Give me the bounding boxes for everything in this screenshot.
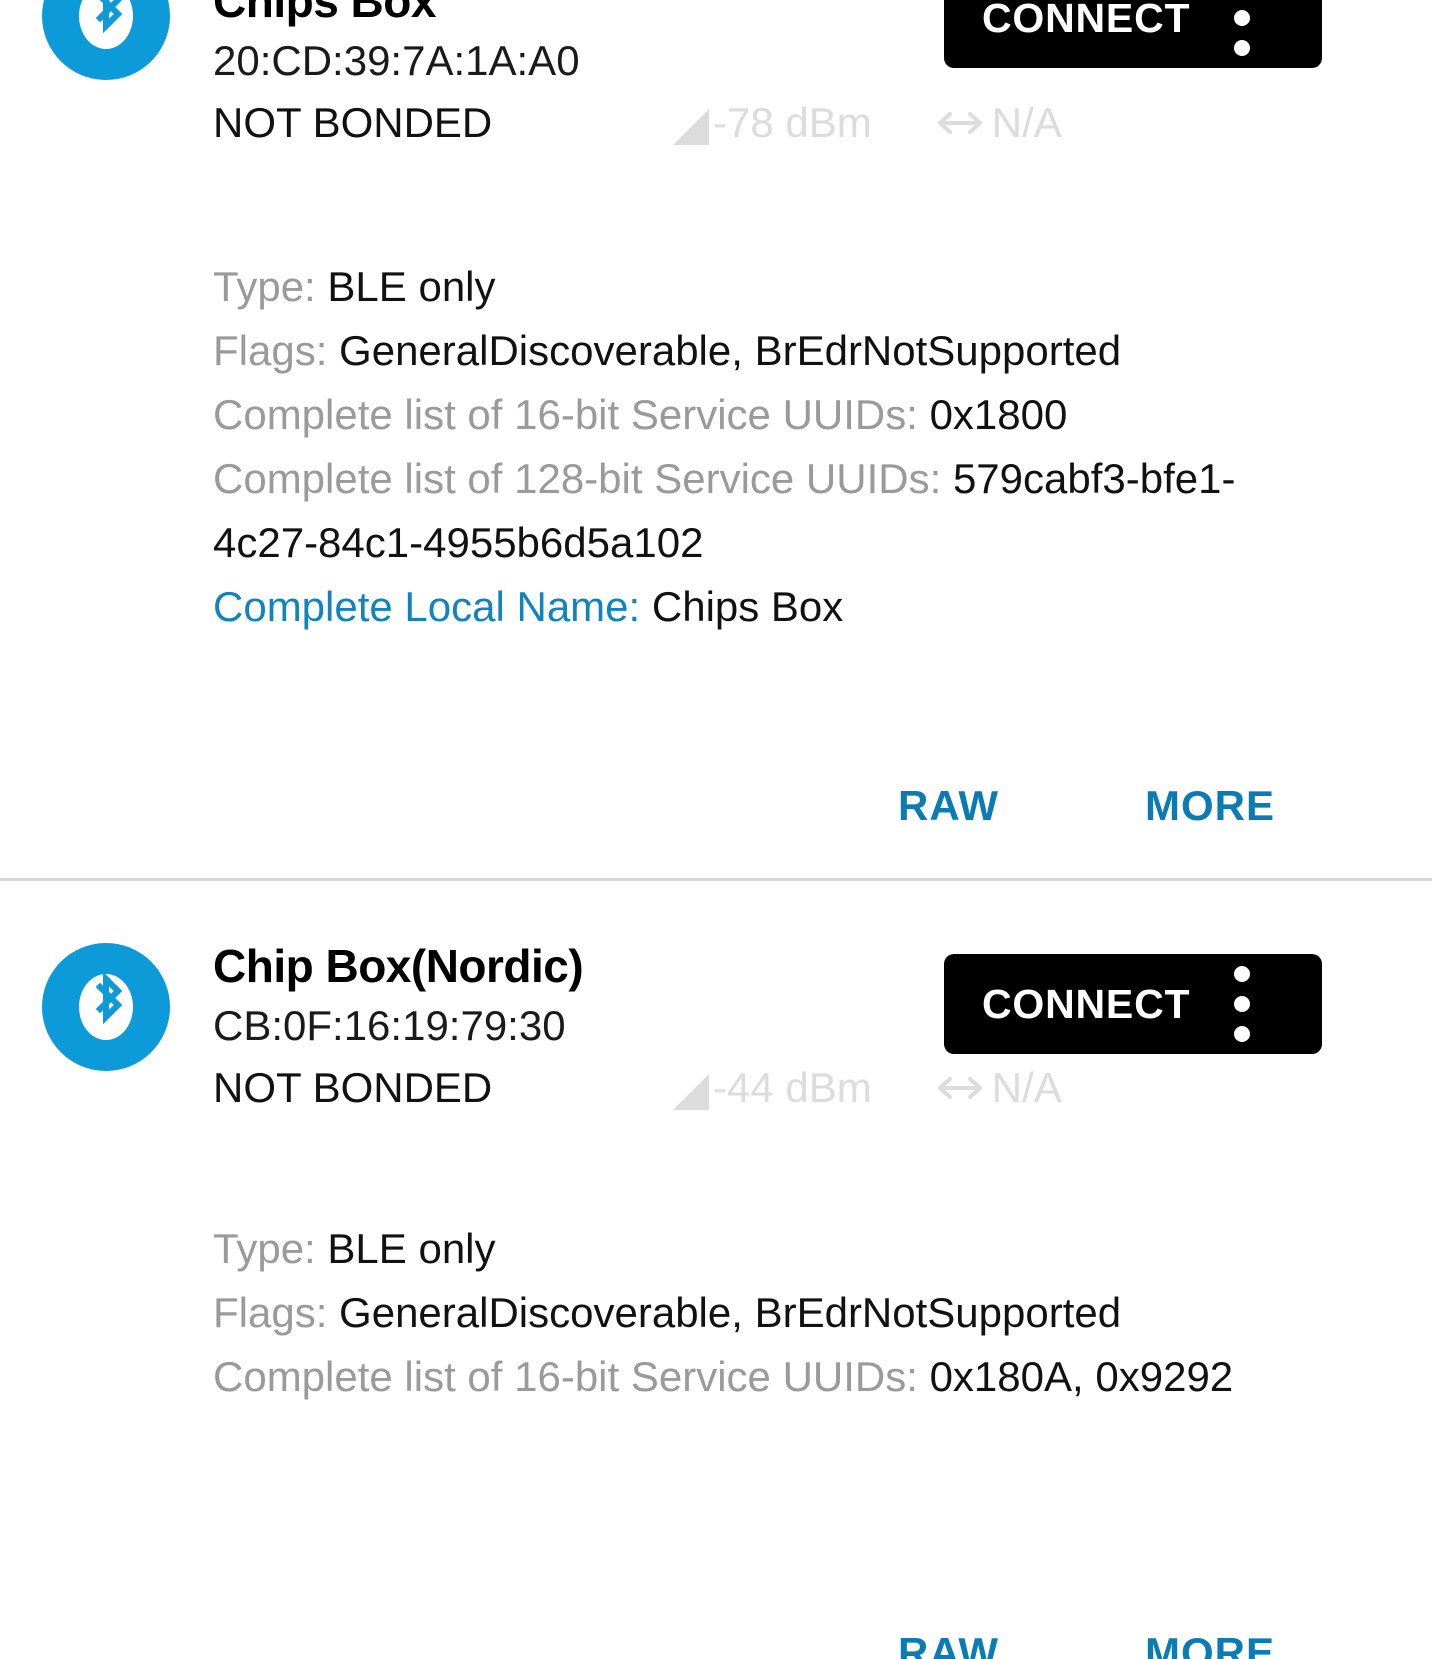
detail-value: 0x180A, 0x9292: [929, 1353, 1234, 1400]
signal-strength-icon: [673, 109, 709, 145]
kebab-menu-icon[interactable]: [1234, 954, 1251, 1054]
advertising-details: Type: BLE only Flags: GeneralDiscoverabl…: [213, 1217, 1303, 1409]
detail-row: Complete list of 128-bit Service UUIDs: …: [213, 447, 1303, 575]
rssi-value: -78 dBm: [713, 99, 872, 146]
detail-row: Type: BLE only: [213, 1217, 1303, 1281]
advertising-details: Type: BLE only Flags: GeneralDiscoverabl…: [213, 255, 1303, 639]
detail-row: Flags: GeneralDiscoverable, BrEdrNotSupp…: [213, 1281, 1303, 1345]
device-status-row: NOT BONDED -44 dBm N/A: [213, 1057, 1062, 1119]
advertising-interval-icon: [934, 1058, 986, 1120]
device-status-row: NOT BONDED -78 dBm N/A: [213, 92, 1062, 154]
interval-value: N/A: [991, 99, 1062, 146]
detail-label: Flags:: [213, 1289, 328, 1336]
card-actions: RAW MORE: [898, 782, 1275, 830]
detail-value: GeneralDiscoverable, BrEdrNotSupported: [339, 1289, 1122, 1336]
more-button[interactable]: MORE: [1145, 782, 1275, 830]
detail-value: BLE only: [327, 1225, 496, 1272]
card-actions: RAW MORE: [898, 1629, 1275, 1659]
interval-value: N/A: [991, 1064, 1062, 1111]
detail-row: Flags: GeneralDiscoverable, BrEdrNotSupp…: [213, 319, 1303, 383]
detail-label: Type:: [213, 1225, 316, 1272]
device-name: Chips Box: [213, 0, 436, 27]
detail-label: Complete list of 128-bit Service UUIDs:: [213, 455, 942, 502]
rssi-group: -44 dBm: [673, 1057, 872, 1119]
detail-value: GeneralDiscoverable, BrEdrNotSupported: [339, 327, 1122, 374]
device-name: Chip Box(Nordic): [213, 940, 584, 992]
detail-value: Chips Box: [651, 583, 844, 630]
bond-state: NOT BONDED: [213, 1064, 493, 1111]
connect-button-label: CONNECT: [982, 0, 1191, 41]
bluetooth-icon: [42, 0, 170, 80]
more-button[interactable]: MORE: [1145, 1629, 1275, 1659]
device-card[interactable]: Chips Box 20:CD:39:7A:1A:A0 NOT BONDED -…: [0, 0, 1432, 880]
detail-label: Complete list of 16-bit Service UUIDs:: [213, 1353, 918, 1400]
raw-button[interactable]: RAW: [898, 782, 999, 830]
device-address: CB:0F:16:19:79:30: [213, 1002, 566, 1049]
bluetooth-icon: [42, 943, 170, 1071]
bond-state: NOT BONDED: [213, 99, 493, 146]
device-card[interactable]: Chip Box(Nordic) CB:0F:16:19:79:30 NOT B…: [0, 881, 1432, 1659]
detail-label: Type:: [213, 263, 316, 310]
detail-value: 0x1800: [929, 391, 1068, 438]
interval-group: N/A: [934, 92, 1062, 154]
detail-value: BLE only: [327, 263, 496, 310]
advertising-interval-icon: [934, 93, 986, 155]
detail-label: Complete Local Name:: [213, 583, 641, 630]
detail-label: Flags:: [213, 327, 328, 374]
device-header-text: Chip Box(Nordic) CB:0F:16:19:79:30 NOT B…: [213, 937, 1062, 1119]
device-header-text: Chips Box 20:CD:39:7A:1A:A0 NOT BONDED -…: [213, 0, 1062, 154]
rssi-value: -44 dBm: [713, 1064, 872, 1111]
signal-strength-icon: [673, 1074, 709, 1110]
detail-row: Complete list of 16-bit Service UUIDs: 0…: [213, 383, 1303, 447]
connect-button[interactable]: CONNECT: [944, 954, 1322, 1054]
raw-button[interactable]: RAW: [898, 1629, 999, 1659]
ble-scanner-screen: Chips Box 20:CD:39:7A:1A:A0 NOT BONDED -…: [0, 0, 1432, 1659]
connect-button[interactable]: CONNECT: [944, 0, 1322, 68]
detail-row: Complete list of 16-bit Service UUIDs: 0…: [213, 1345, 1303, 1409]
detail-row: Type: BLE only: [213, 255, 1303, 319]
connect-button-label: CONNECT: [982, 980, 1191, 1027]
device-address: 20:CD:39:7A:1A:A0: [213, 37, 580, 84]
kebab-menu-icon[interactable]: [1234, 0, 1251, 68]
detail-row: Complete Local Name: Chips Box: [213, 575, 1303, 639]
rssi-group: -78 dBm: [673, 92, 872, 154]
interval-group: N/A: [934, 1057, 1062, 1119]
detail-label: Complete list of 16-bit Service UUIDs:: [213, 391, 918, 438]
